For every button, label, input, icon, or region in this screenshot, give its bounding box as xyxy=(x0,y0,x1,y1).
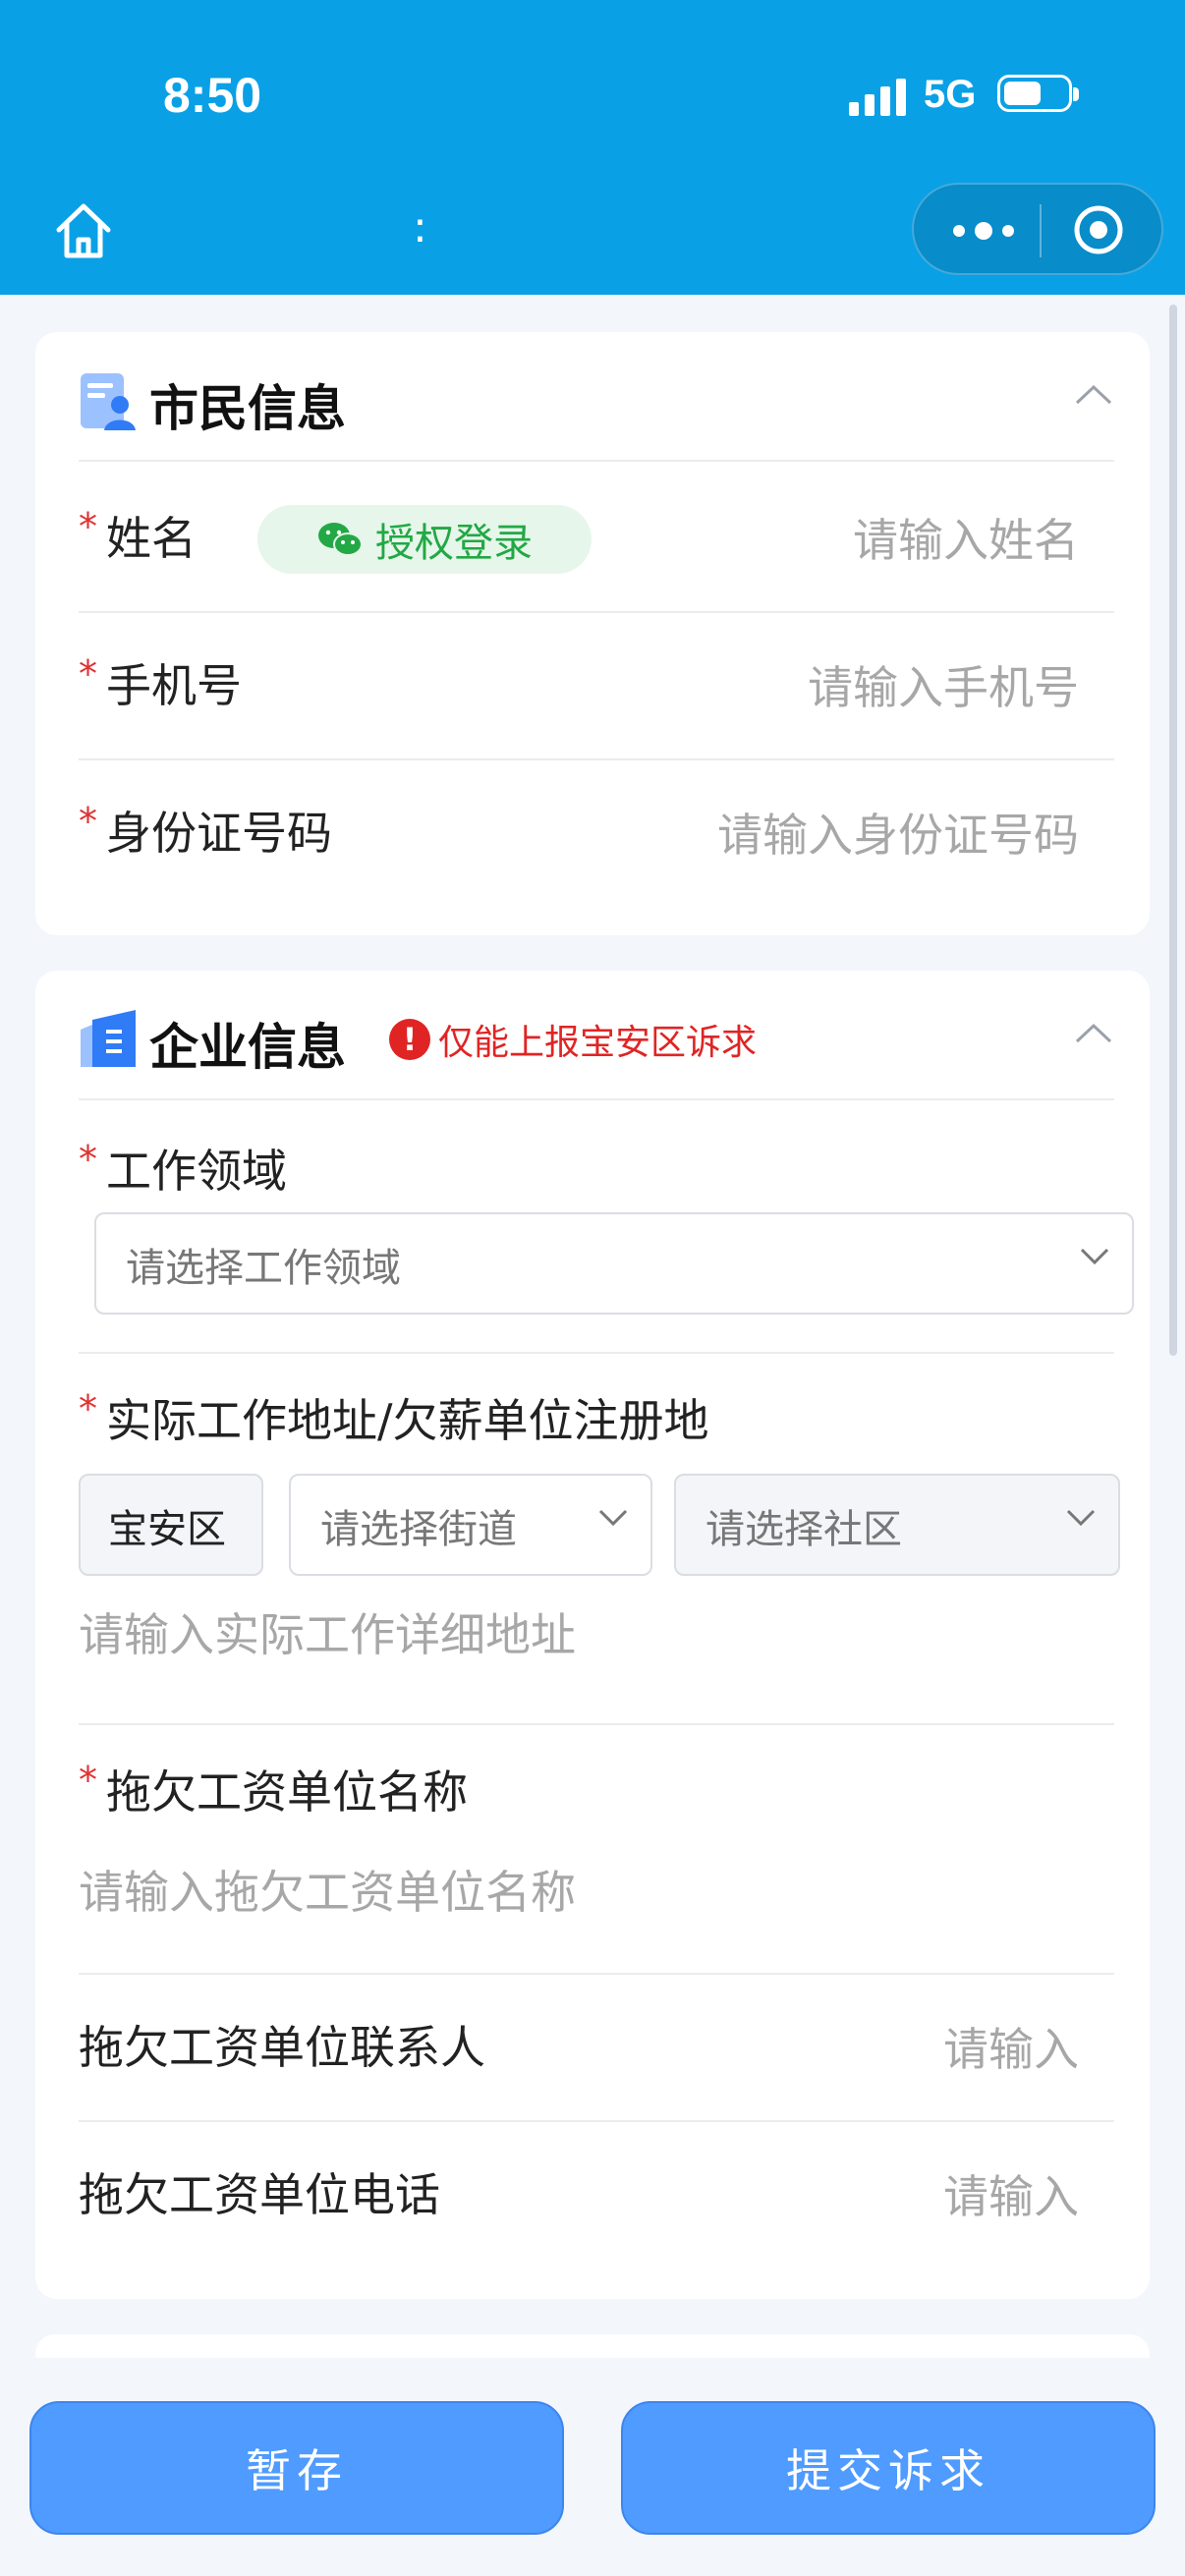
contact-input[interactable]: 请输入 xyxy=(943,2014,1079,2079)
company-info-title: 企业信息 xyxy=(149,1019,346,1076)
close-miniprogram-icon[interactable] xyxy=(1071,202,1126,257)
district-select[interactable]: 宝安区 xyxy=(79,1474,263,1576)
id-input[interactable]: 请输入身份证号码 xyxy=(717,800,1079,865)
name-label: 姓名 xyxy=(106,512,197,565)
status-bar: 8:50 5G xyxy=(0,0,1185,177)
id-label: 身份证号码 xyxy=(106,807,332,860)
community-select[interactable]: 请选择社区 xyxy=(674,1474,1120,1576)
mini-program-capsule xyxy=(912,183,1163,275)
battery-icon xyxy=(997,75,1079,112)
submit-button[interactable]: 提交诉求 xyxy=(621,2401,1156,2535)
work-field-select[interactable]: 请选择工作领域 xyxy=(94,1212,1134,1315)
required-mark: * xyxy=(79,1387,97,1430)
citizen-info-title: 市民信息 xyxy=(149,380,346,437)
unit-name-input[interactable]: 请输入拖欠工资单位名称 xyxy=(79,1857,576,1922)
phone-label: 手机号 xyxy=(106,659,242,712)
contact-label: 拖欠工资单位联系人 xyxy=(79,2021,485,2074)
name-row[interactable]: * 姓名 授权登录 请输入姓名 xyxy=(79,466,1114,613)
work-field-placeholder: 请选择工作领域 xyxy=(126,1246,401,1291)
phone-row[interactable]: * 手机号 请输入手机号 xyxy=(79,613,1114,760)
company-info-header[interactable]: 企业信息 ! 仅能上报宝安区诉求 xyxy=(79,971,1114,1100)
required-mark: * xyxy=(79,652,97,696)
scrollbar[interactable] xyxy=(1169,305,1177,1356)
unit-name-label: 拖欠工资单位名称 xyxy=(106,1765,468,1819)
required-mark: * xyxy=(79,800,97,843)
wechat-icon xyxy=(318,523,363,556)
save-draft-button[interactable]: 暂存 xyxy=(29,2401,564,2535)
building-icon xyxy=(81,1010,136,1067)
citizen-info-icon xyxy=(81,373,136,430)
chevron-down-icon xyxy=(1066,1509,1096,1527)
home-icon[interactable] xyxy=(49,196,118,265)
chevron-up-icon[interactable] xyxy=(1073,1018,1114,1047)
signal-icon xyxy=(849,77,908,116)
chevron-up-icon[interactable] xyxy=(1073,379,1114,409)
address-detail-input[interactable]: 请输入实际工作详细地址 xyxy=(79,1599,576,1664)
unit-phone-row[interactable]: 拖欠工资单位电话 请输入 xyxy=(79,2122,1114,2269)
unit-phone-input[interactable]: 请输入 xyxy=(943,2161,1079,2226)
network-type: 5G xyxy=(924,73,977,116)
required-mark: * xyxy=(79,505,97,548)
required-mark: * xyxy=(79,1759,97,1802)
phone-input[interactable]: 请输入手机号 xyxy=(808,652,1079,717)
chevron-down-icon xyxy=(1080,1248,1109,1265)
auth-label: 授权登录 xyxy=(375,521,533,566)
citizen-info-header[interactable]: 市民信息 xyxy=(79,332,1114,462)
contact-row[interactable]: 拖欠工资单位联系人 请输入 xyxy=(79,1975,1114,2122)
address-row: * 实际工作地址/欠薪单位注册地 宝安区 请选择街道 请选择社区 请输入实际工作… xyxy=(79,1354,1120,1725)
address-label: 实际工作地址/欠薪单位注册地 xyxy=(106,1394,709,1447)
chevron-down-icon xyxy=(598,1509,628,1527)
id-row[interactable]: * 身份证号码 请输入身份证号码 xyxy=(79,760,1114,908)
street-select[interactable]: 请选择街道 xyxy=(289,1474,652,1576)
street-placeholder: 请选择街道 xyxy=(320,1507,517,1552)
work-field-label: 工作领域 xyxy=(106,1145,287,1198)
unit-phone-label: 拖欠工资单位电话 xyxy=(79,2168,440,2221)
status-time: 8:50 xyxy=(163,68,262,123)
company-info-card: 企业信息 ! 仅能上报宝安区诉求 * 工作领域 请选择工作领域 * 实际工作地址… xyxy=(35,971,1150,2299)
warning-icon: ! xyxy=(389,1019,430,1060)
citizen-info-card: 市民信息 * 姓名 授权登录 请输入姓名 * 手机号 请输入手机号 * 身份证号… xyxy=(35,332,1150,935)
more-icon[interactable] xyxy=(949,216,1018,246)
required-mark: * xyxy=(79,1138,97,1181)
community-placeholder: 请选择社区 xyxy=(705,1507,902,1552)
work-field-row: * 工作领域 请选择工作领域 xyxy=(79,1104,1134,1354)
wechat-auth-button[interactable]: 授权登录 xyxy=(257,505,592,574)
notice-text: 仅能上报宝安区诉求 xyxy=(438,1023,758,1063)
name-input[interactable]: 请输入姓名 xyxy=(853,505,1079,570)
district-value: 宝安区 xyxy=(108,1507,226,1552)
nav-title: : xyxy=(413,202,427,252)
district-notice: ! 仅能上报宝安区诉求 xyxy=(389,1014,757,1065)
unit-name-row: * 拖欠工资单位名称 请输入拖欠工资单位名称 xyxy=(79,1725,1114,1975)
